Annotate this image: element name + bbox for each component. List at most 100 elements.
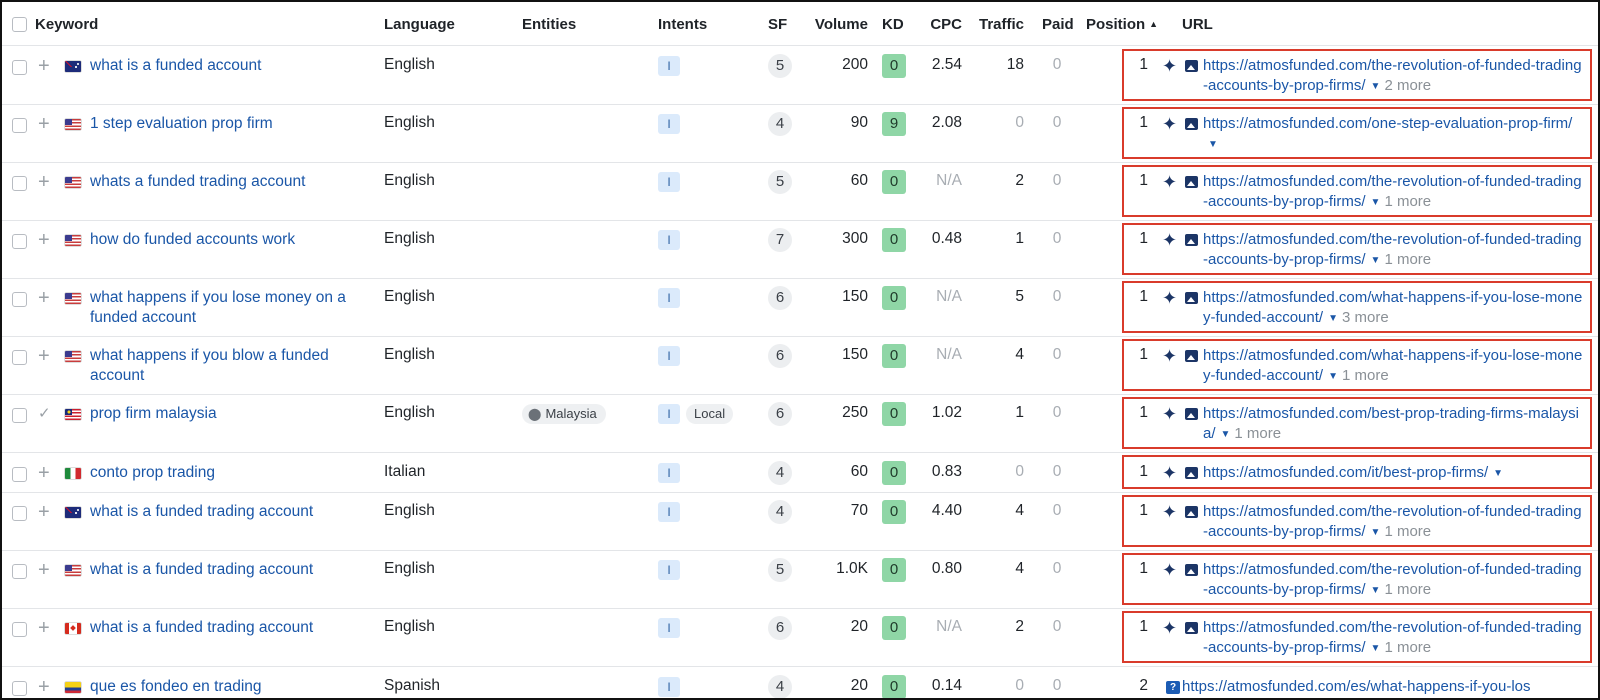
keyword-link[interactable]: what is a funded trading account xyxy=(90,502,370,522)
add-keyword-plus-icon[interactable]: + xyxy=(38,502,50,522)
column-header-keyword[interactable]: Keyword xyxy=(35,16,98,33)
add-keyword-plus-icon[interactable]: + xyxy=(38,618,50,638)
serp-features-count[interactable]: 6 xyxy=(768,616,792,640)
keyword-link[interactable]: 1 step evaluation prop firm xyxy=(90,114,370,134)
column-header-traffic[interactable]: Traffic xyxy=(970,16,1024,33)
more-urls-link[interactable]: 1 more xyxy=(1384,251,1431,268)
intent-badge[interactable]: I xyxy=(658,114,680,134)
row-checkbox[interactable] xyxy=(12,408,27,423)
url-dropdown-caret-icon[interactable]: ▼ xyxy=(1208,139,1218,150)
url-dropdown-caret-icon[interactable]: ▼ xyxy=(1371,255,1381,266)
ranking-url-link[interactable]: https://atmosfunded.com/es/what-happens-… xyxy=(1182,678,1531,695)
serp-features-count[interactable]: 4 xyxy=(768,500,792,524)
intent-badge[interactable]: I xyxy=(658,172,680,192)
select-all-checkbox[interactable] xyxy=(12,17,27,32)
column-header-kd[interactable]: KD xyxy=(882,16,904,33)
column-header-volume[interactable]: Volume xyxy=(808,16,868,33)
row-checkbox[interactable] xyxy=(12,350,27,365)
intent-badge[interactable]: I xyxy=(658,560,680,580)
url-dropdown-caret-icon[interactable]: ▼ xyxy=(1371,197,1381,208)
keyword-link[interactable]: que es fondeo en trading xyxy=(90,677,370,697)
ranking-url-link[interactable]: https://atmosfunded.com/one-step-evaluat… xyxy=(1203,115,1572,132)
more-urls-link[interactable]: 1 more xyxy=(1234,425,1281,442)
add-keyword-plus-icon[interactable]: + xyxy=(38,677,50,697)
intent-badge[interactable]: I xyxy=(658,677,680,697)
url-dropdown-caret-icon[interactable]: ▼ xyxy=(1371,527,1381,538)
keyword-link[interactable]: what is a funded trading account xyxy=(90,560,370,580)
row-checkbox[interactable] xyxy=(12,60,27,75)
local-intent-badge[interactable]: Local xyxy=(686,404,734,424)
add-keyword-plus-icon[interactable]: + xyxy=(38,230,50,250)
more-urls-link[interactable]: 1 more xyxy=(1384,639,1431,656)
url-dropdown-caret-icon[interactable]: ▼ xyxy=(1328,313,1338,324)
more-urls-link[interactable]: 1 more xyxy=(1384,523,1431,540)
row-checkbox[interactable] xyxy=(12,681,27,696)
serp-features-count[interactable]: 5 xyxy=(768,558,792,582)
more-urls-link[interactable]: 1 more xyxy=(1384,581,1431,598)
add-keyword-plus-icon[interactable]: + xyxy=(38,114,50,134)
url-dropdown-caret-icon[interactable]: ▼ xyxy=(1371,81,1381,92)
column-header-sf[interactable]: SF xyxy=(768,16,787,33)
entity-chip[interactable]: ⬤ Malaysia xyxy=(522,404,606,424)
add-keyword-plus-icon[interactable]: + xyxy=(38,56,50,76)
serp-features-count[interactable]: 5 xyxy=(768,170,792,194)
intent-badge[interactable]: I xyxy=(658,502,680,522)
keyword-link[interactable]: whats a funded trading account xyxy=(90,172,370,192)
keyword-link[interactable]: what is a funded account xyxy=(90,56,370,76)
add-keyword-plus-icon[interactable]: + xyxy=(38,560,50,580)
more-urls-link[interactable]: 1 more xyxy=(1384,193,1431,210)
url-dropdown-caret-icon[interactable]: ▼ xyxy=(1371,643,1381,654)
intent-badge[interactable]: I xyxy=(658,618,680,638)
add-keyword-plus-icon[interactable]: + xyxy=(38,172,50,192)
column-header-language[interactable]: Language xyxy=(384,16,455,33)
more-urls-link[interactable]: 2 more xyxy=(1384,77,1431,94)
keyword-link[interactable]: what is a funded trading account xyxy=(90,618,370,638)
row-checkbox[interactable] xyxy=(12,292,27,307)
ranking-url-link[interactable]: https://atmosfunded.com/it/best-prop-fir… xyxy=(1203,464,1488,481)
intent-badge[interactable]: I xyxy=(658,56,680,76)
url-dropdown-caret-icon[interactable]: ▼ xyxy=(1493,468,1503,479)
serp-features-count[interactable]: 6 xyxy=(768,286,792,310)
add-keyword-plus-icon[interactable]: + xyxy=(38,463,50,483)
column-header-url[interactable]: URL xyxy=(1182,16,1213,33)
row-checkbox[interactable] xyxy=(12,506,27,521)
more-urls-link[interactable]: 1 more xyxy=(1342,367,1389,384)
intent-badge[interactable]: I xyxy=(658,463,680,483)
add-keyword-plus-icon[interactable]: + xyxy=(38,346,50,366)
row-checkbox[interactable] xyxy=(12,622,27,637)
column-header-position[interactable]: Position ▲ xyxy=(1086,16,1158,33)
column-header-intents[interactable]: Intents xyxy=(658,16,707,33)
url-dropdown-caret-icon[interactable]: ▼ xyxy=(1328,371,1338,382)
more-urls-link[interactable]: 3 more xyxy=(1342,309,1389,326)
url-dropdown-caret-icon[interactable]: ▼ xyxy=(1221,429,1231,440)
row-checkbox[interactable] xyxy=(12,564,27,579)
keyword-link[interactable]: what happens if you blow a funded accoun… xyxy=(90,346,370,386)
serp-features-count[interactable]: 6 xyxy=(768,344,792,368)
ranking-url-link[interactable]: https://atmosfunded.com/what-happens-if-… xyxy=(1203,347,1582,384)
column-header-paid[interactable]: Paid xyxy=(1042,16,1074,33)
intent-badge[interactable]: I xyxy=(658,404,680,424)
url-dropdown-caret-icon[interactable]: ▼ xyxy=(1371,585,1381,596)
keyword-link[interactable]: prop firm malaysia xyxy=(90,404,370,424)
serp-features-count[interactable]: 6 xyxy=(768,402,792,426)
keyword-link[interactable]: how do funded accounts work xyxy=(90,230,370,250)
column-header-entities[interactable]: Entities xyxy=(522,16,576,33)
row-checkbox[interactable] xyxy=(12,118,27,133)
serp-features-count[interactable]: 4 xyxy=(768,675,792,698)
intent-badge[interactable]: I xyxy=(658,230,680,250)
added-check-icon[interactable]: ✓ xyxy=(38,406,51,421)
row-checkbox[interactable] xyxy=(12,176,27,191)
keyword-link[interactable]: what happens if you lose money on a fund… xyxy=(90,288,370,328)
row-checkbox[interactable] xyxy=(12,234,27,249)
row-checkbox[interactable] xyxy=(12,467,27,482)
intent-badge[interactable]: I xyxy=(658,288,680,308)
intent-badge[interactable]: I xyxy=(658,346,680,366)
serp-features-count[interactable]: 7 xyxy=(768,228,792,252)
keyword-link[interactable]: conto prop trading xyxy=(90,463,370,483)
serp-features-count[interactable]: 4 xyxy=(768,112,792,136)
ranking-url-link[interactable]: https://atmosfunded.com/what-happens-if-… xyxy=(1203,289,1582,326)
add-keyword-plus-icon[interactable]: + xyxy=(38,288,50,308)
column-header-cpc[interactable]: CPC xyxy=(914,16,962,33)
serp-features-count[interactable]: 5 xyxy=(768,54,792,78)
serp-features-count[interactable]: 4 xyxy=(768,461,792,485)
